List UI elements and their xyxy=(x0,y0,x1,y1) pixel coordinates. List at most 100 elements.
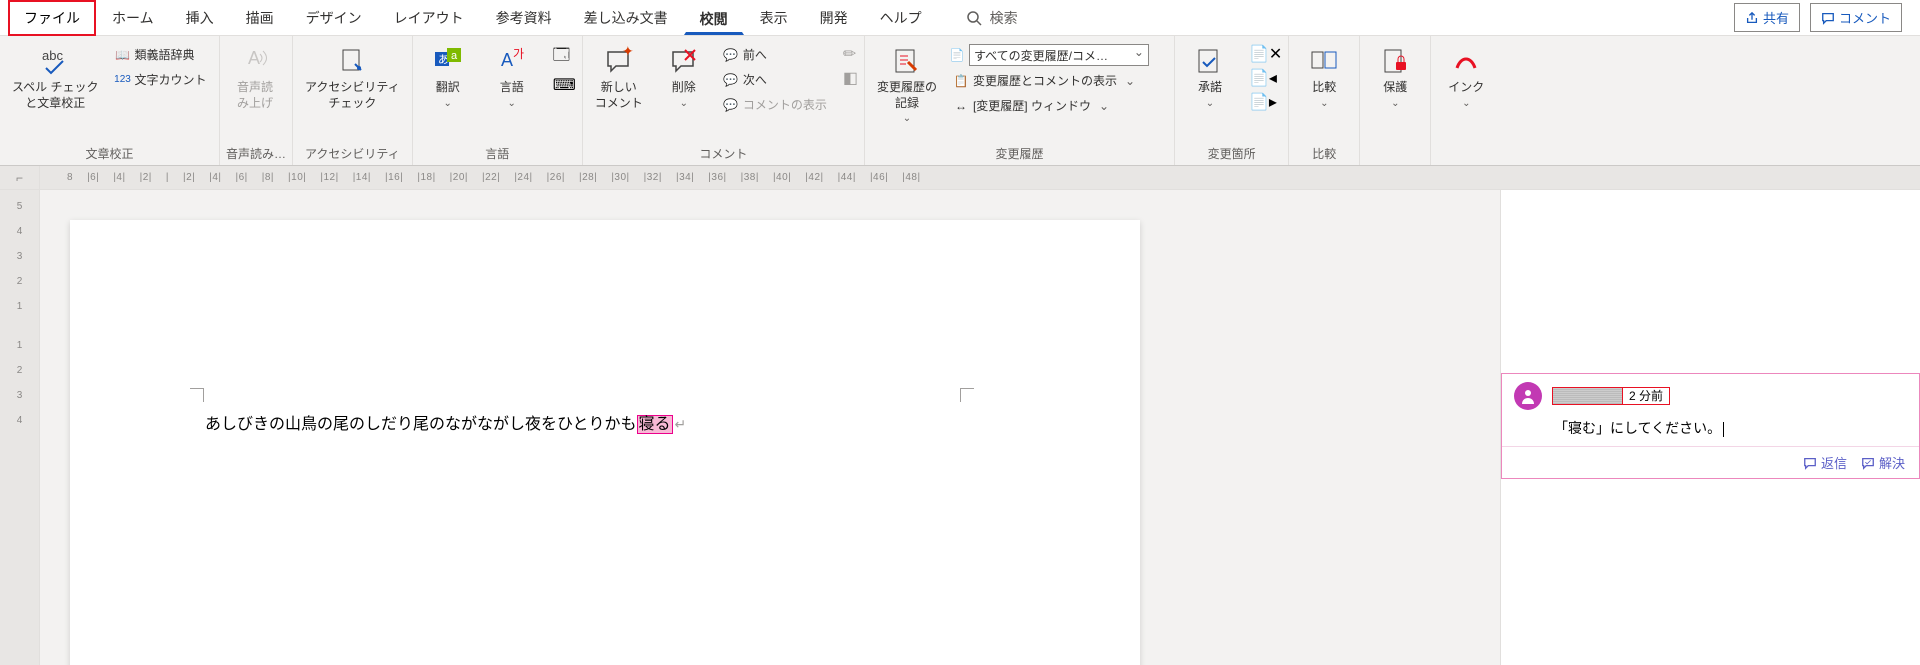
tab-home[interactable]: ホーム xyxy=(96,0,170,36)
comment-pane: 2 分前 「寝む」にしてください。 返信 解決 xyxy=(1500,190,1920,665)
delete-comment-button[interactable]: 削除 ⌄ xyxy=(655,40,713,113)
language-button[interactable]: A가 言語 ⌄ xyxy=(483,40,541,113)
accept-button[interactable]: 承諾 ⌄ xyxy=(1181,40,1239,113)
prev-comment-button[interactable]: 💬前へ xyxy=(719,44,831,65)
group-compare: 比較 ⌄ 比較 xyxy=(1289,36,1360,165)
tab-references[interactable]: 参考資料 xyxy=(480,0,568,36)
ruler-corner: ⌐ xyxy=(0,166,40,189)
next-comment-button[interactable]: 💬次へ xyxy=(719,69,831,90)
accessibility-label: アクセシビリティ チェック xyxy=(305,80,400,111)
new-comment-button[interactable]: ✦ 新しい コメント xyxy=(589,40,649,115)
tab-layout[interactable]: レイアウト xyxy=(378,0,480,36)
tab-file[interactable]: ファイル xyxy=(8,0,96,36)
group-proofing-label: 文章校正 xyxy=(6,141,213,165)
tab-developer[interactable]: 開発 xyxy=(804,0,864,36)
readaloud-label: 音声読 み上げ xyxy=(237,80,273,111)
document-text[interactable]: あしびきの山鳥の尾のしだり尾のながながし夜をひとりかも寝る↵ xyxy=(205,410,686,434)
wordcount-button[interactable]: 123 文字カウント xyxy=(111,69,211,90)
readaloud-button[interactable]: A 音声読 み上げ xyxy=(226,40,284,115)
ink-button[interactable]: インク ⌄ xyxy=(1437,40,1495,113)
prev-change-button[interactable]: 📄◂ xyxy=(1249,68,1282,88)
group-comments-label: コメント xyxy=(589,141,858,165)
thesaurus-button[interactable]: 📖 類義語辞典 xyxy=(111,44,211,65)
accessibility-button[interactable]: アクセシビリティ チェック xyxy=(299,40,406,115)
ribbon: abc スペル チェック と文章校正 📖 類義語辞典 123 文字カウント 文章… xyxy=(0,36,1920,166)
group-language-label: 言語 xyxy=(419,141,576,165)
avatar xyxy=(1514,382,1542,410)
tab-insert[interactable]: 挿入 xyxy=(170,0,230,36)
group-compare-label: 比較 xyxy=(1295,141,1353,165)
commented-text[interactable]: 寝る xyxy=(637,415,673,434)
document-area[interactable]: あしびきの山鳥の尾のしだり尾のながながし夜をひとりかも寝る↵ xyxy=(40,190,1500,665)
ink-label: インク xyxy=(1448,80,1484,96)
chevron-down-icon: ⌄ xyxy=(444,98,452,109)
reply-label: 返信 xyxy=(1821,453,1847,472)
protect-button[interactable]: 保護 ⌄ xyxy=(1366,40,1424,113)
comment-card[interactable]: 2 分前 「寝む」にしてください。 返信 解決 xyxy=(1501,373,1920,479)
resolve-button[interactable]: 解決 xyxy=(1861,453,1905,472)
update-ime-icon[interactable]: 🗔 xyxy=(553,44,576,71)
thesaurus-label: 類義語辞典 xyxy=(135,46,195,63)
group-speech-label: 音声読み… xyxy=(226,141,286,165)
resolve-icon xyxy=(1861,456,1875,470)
chevron-down-icon: ⌄ xyxy=(1206,98,1214,109)
comments-button[interactable]: コメント xyxy=(1810,3,1902,32)
margin-marker-tr xyxy=(960,388,974,402)
ruler-scale[interactable]: 8|6||4||2|||2||4||6||8||10||12||14||16||… xyxy=(40,166,1920,189)
tab-review[interactable]: 校閲 xyxy=(684,1,744,35)
compare-button[interactable]: 比較 ⌄ xyxy=(1295,40,1353,113)
tab-design[interactable]: デザイン xyxy=(290,0,378,36)
group-changes: 承諾 ⌄ 📄✕ 📄◂ 📄▸ 変更箇所 xyxy=(1175,36,1289,165)
tab-help[interactable]: ヘルプ xyxy=(864,0,938,36)
group-tracking: 変更履歴の 記録 ⌄ 📄 すべての変更履歴/コメ… 📋変更履歴とコメントの表示⌄… xyxy=(865,36,1175,165)
group-language: あa 翻訳 ⌄ A가 言語 ⌄ 🗔 ⌨ 言語 xyxy=(413,36,583,165)
reply-button[interactable]: 返信 xyxy=(1803,453,1847,472)
group-ink: インク ⌄ xyxy=(1431,36,1501,165)
ink-comment-icon[interactable]: ✏ xyxy=(843,44,858,64)
spellcheck-button[interactable]: abc スペル チェック と文章校正 xyxy=(6,40,105,115)
horizontal-ruler: ⌐ 8|6||4||2|||2||4||6||8||10||12||14||16… xyxy=(0,166,1920,190)
show-markup-icon: 📋 xyxy=(953,74,969,88)
new-comment-label: 新しい コメント xyxy=(595,80,643,111)
translate-button[interactable]: あa 翻訳 ⌄ xyxy=(419,40,477,113)
svg-text:A: A xyxy=(248,48,260,68)
ink-icon xyxy=(1451,46,1481,76)
reject-button[interactable]: 📄✕ xyxy=(1249,44,1282,64)
next-change-button[interactable]: 📄▸ xyxy=(1249,92,1282,112)
vertical-ruler[interactable]: 543211234 xyxy=(0,190,40,665)
show-markup-button[interactable]: 📋変更履歴とコメントの表示⌄ xyxy=(949,70,1149,91)
chevron-down-icon: ⌄ xyxy=(1391,98,1399,109)
track-changes-button[interactable]: 変更履歴の 記録 ⌄ xyxy=(871,40,943,128)
share-button[interactable]: 共有 xyxy=(1734,3,1800,32)
comment-body[interactable]: 「寝む」にしてください。 xyxy=(1502,418,1919,446)
prev-comment-label: 前へ xyxy=(743,46,767,63)
tab-mailings[interactable]: 差し込み文書 xyxy=(568,0,684,36)
chevron-down-icon: ⌄ xyxy=(680,98,688,109)
group-proofing: abc スペル チェック と文章校正 📖 類義語辞典 123 文字カウント 文章… xyxy=(0,36,220,165)
eraser-icon[interactable]: ◧ xyxy=(843,68,858,88)
ime-icon[interactable]: ⌨ xyxy=(553,75,576,95)
readaloud-icon: A xyxy=(240,46,270,76)
group-protect-label xyxy=(1366,158,1424,165)
delete-comment-label: 削除 xyxy=(672,80,696,96)
new-comment-icon: ✦ xyxy=(604,46,634,76)
search-box[interactable]: 検索 xyxy=(966,8,1018,28)
group-speech: A 音声読 み上げ 音声読み… xyxy=(220,36,293,165)
next-icon: 💬 xyxy=(723,73,739,87)
tab-view[interactable]: 表示 xyxy=(744,0,804,36)
reviewing-pane-button[interactable]: ↔[変更履歴] ウィンドウ⌄ xyxy=(949,95,1149,116)
tab-draw[interactable]: 描画 xyxy=(230,0,290,36)
display-mode-dropdown[interactable]: すべての変更履歴/コメ… xyxy=(969,44,1149,66)
svg-text:abc: abc xyxy=(42,48,63,63)
margin-marker-tl xyxy=(190,388,204,402)
show-comments-button[interactable]: 💬コメントの表示 xyxy=(719,94,831,115)
comments-label: コメント xyxy=(1839,8,1891,27)
svg-text:가: 가 xyxy=(513,47,524,61)
accept-label: 承諾 xyxy=(1198,80,1222,96)
delete-comment-icon xyxy=(669,46,699,76)
compare-label: 比較 xyxy=(1312,80,1336,96)
share-label: 共有 xyxy=(1763,8,1789,27)
reviewing-pane-label: [変更履歴] ウィンドウ xyxy=(973,97,1091,114)
spellcheck-icon: abc xyxy=(38,46,72,76)
svg-text:a: a xyxy=(451,50,458,62)
